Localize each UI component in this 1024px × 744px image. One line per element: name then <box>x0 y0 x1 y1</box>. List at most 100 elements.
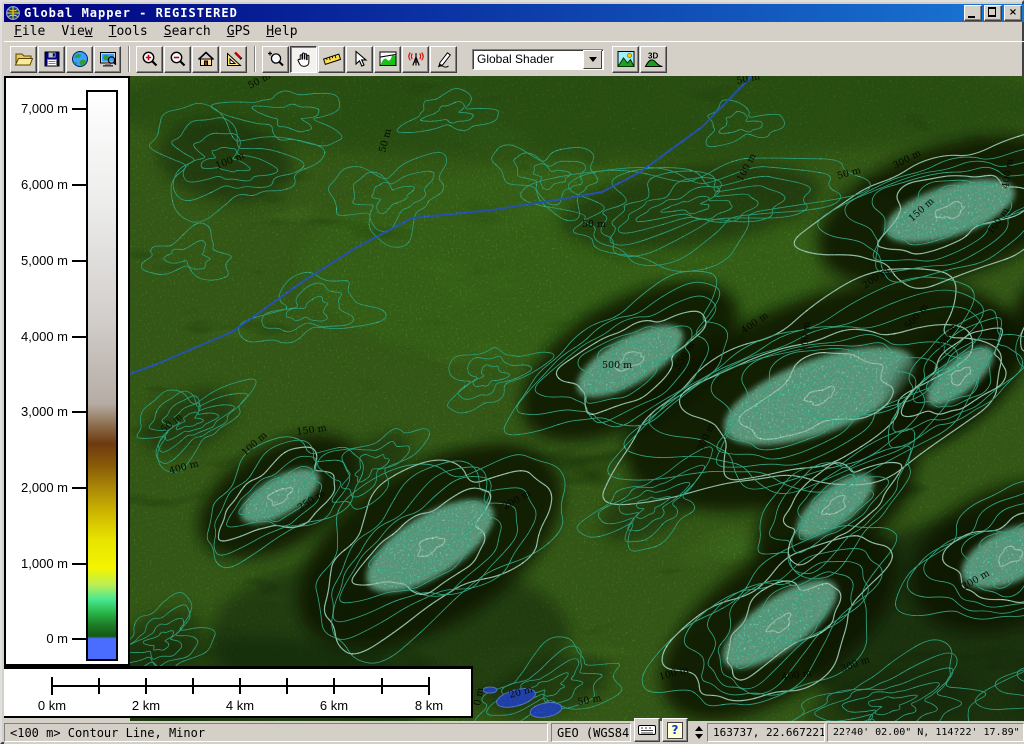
legend-tick-label: 7,000 m <box>6 101 68 116</box>
title-bar: Global Mapper - REGISTERED × <box>4 4 1024 22</box>
status-feature-panel: <100 m> Contour Line, Minor <box>4 723 548 742</box>
menu-help[interactable]: Help <box>258 22 305 41</box>
legend-tick <box>72 336 86 338</box>
world-button[interactable] <box>66 46 93 73</box>
toolbar-separator <box>128 46 130 72</box>
minimize-icon <box>968 16 975 18</box>
menu-gps[interactable]: GPS <box>219 22 258 41</box>
legend-tick-label: 5,000 m <box>6 253 68 268</box>
set-square-pencil-icon <box>224 49 244 69</box>
hand-icon <box>294 49 314 69</box>
view-shed-button[interactable] <box>402 46 429 73</box>
legend-tick-label: 0 m <box>6 631 68 646</box>
scale-tick <box>333 678 335 694</box>
legend-tick <box>72 108 86 110</box>
restore-button[interactable] <box>984 5 1002 21</box>
map-canvas[interactable]: 50 m50 m100 m50 m50 m100 m50 m300 m400 m… <box>130 76 1024 721</box>
close-icon: × <box>1009 8 1017 18</box>
scale-tick <box>145 678 147 694</box>
zoom-out-button[interactable] <box>164 46 191 73</box>
world-icon <box>70 49 90 69</box>
measure-tool-button[interactable] <box>318 46 345 73</box>
legend-tick-label: 6,000 m <box>6 177 68 192</box>
scale-bar: 0 km 2 km 4 km 6 km 8 km <box>4 666 473 718</box>
pan-tool-button[interactable] <box>290 46 317 73</box>
scale-tick <box>192 678 194 694</box>
restore-icon <box>988 8 996 16</box>
image-swatch-button[interactable] <box>612 46 639 73</box>
3d-view-button[interactable]: 3D <box>640 46 667 73</box>
select-pointer-button[interactable] <box>346 46 373 73</box>
help-button[interactable]: ? <box>662 718 688 742</box>
pointer-arrow-icon <box>350 49 370 69</box>
open-folder-icon <box>14 49 34 69</box>
shader-dropdown-button[interactable] <box>583 50 602 69</box>
ruler-icon <box>322 49 342 69</box>
zoom-tool-icon <box>266 49 286 69</box>
scale-line <box>52 685 430 687</box>
menu-search[interactable]: Search <box>156 22 219 41</box>
full-view-button[interactable] <box>192 46 219 73</box>
keyboard-button[interactable] <box>634 718 660 742</box>
status-position-panel: 22?40' 02.00" N, 114?22' 17.89" E <box>827 723 1024 742</box>
scale-tick <box>428 677 430 695</box>
save-button[interactable] <box>38 46 65 73</box>
app-window: Global Mapper - REGISTERED × File View T… <box>0 0 1024 744</box>
toolbar-separator <box>254 46 256 72</box>
scale-label: 6 km <box>304 698 364 713</box>
terrain-svg: 50 m50 m100 m50 m50 m100 m50 m300 m400 m… <box>130 76 1024 721</box>
scale-tick <box>51 677 53 695</box>
path-profile-button[interactable] <box>374 46 401 73</box>
legend-tick <box>72 411 86 413</box>
zoom-in-button[interactable] <box>136 46 163 73</box>
legend-tick <box>72 638 86 640</box>
menu-bar: File View Tools Search GPS Help <box>4 22 1024 41</box>
shader-dropdown[interactable]: Global Shader <box>472 49 604 70</box>
elevation-colorbar <box>86 90 118 661</box>
shader-dropdown-value: Global Shader <box>473 52 583 66</box>
scale-label: 4 km <box>210 698 270 713</box>
legend-tick-label: 4,000 m <box>6 329 68 344</box>
close-button[interactable]: × <box>1004 5 1022 21</box>
spinner-up-icon <box>695 726 703 731</box>
app-icon <box>6 6 20 20</box>
3d-label: 3D <box>648 52 658 61</box>
scale-label: 0 km <box>22 698 82 713</box>
scale-tick <box>239 678 241 694</box>
chevron-down-icon <box>589 57 597 62</box>
menu-tools[interactable]: Tools <box>101 22 156 41</box>
elevation-legend: 7,000 m 6,000 m 5,000 m 4,000 m 3,000 m … <box>4 76 130 666</box>
legend-tick <box>72 260 86 262</box>
open-button[interactable] <box>10 46 37 73</box>
toolbar: Global Shader 3D <box>4 41 1024 76</box>
status-bar: <100 m> Contour Line, Minor GEO (WGS84 ?… <box>4 721 1024 744</box>
legend-tick-label: 1,000 m <box>6 556 68 571</box>
3d-view-icon: 3D <box>644 49 664 69</box>
path-profile-icon <box>378 49 398 69</box>
coordinate-spinner[interactable] <box>692 724 705 741</box>
help-icon: ? <box>667 722 683 739</box>
digitizer-pen-button[interactable] <box>430 46 457 73</box>
status-coords-panel: 163737, 22.66722137 ) <box>707 723 825 742</box>
legend-tick <box>72 563 86 565</box>
scale-tick <box>98 678 100 694</box>
configure-button[interactable] <box>220 46 247 73</box>
scale-tick <box>381 678 383 694</box>
menu-view[interactable]: View <box>53 22 100 41</box>
minimize-button[interactable] <box>964 5 982 21</box>
zoom-tool-button[interactable] <box>262 46 289 73</box>
keyboard-icon <box>638 724 656 736</box>
legend-tick <box>72 487 86 489</box>
window-title: Global Mapper - REGISTERED <box>24 6 238 20</box>
antenna-tower-icon <box>406 49 426 69</box>
legend-tick-label: 2,000 m <box>6 480 68 495</box>
scale-label: 2 km <box>116 698 176 713</box>
save-icon <box>42 49 62 69</box>
menu-file[interactable]: File <box>6 22 53 41</box>
status-projection-panel: GEO (WGS84 <box>551 723 631 742</box>
legend-tick <box>72 184 86 186</box>
display-options-icon <box>98 49 118 69</box>
display-options-button[interactable] <box>94 46 121 73</box>
zoom-in-icon <box>140 49 160 69</box>
spinner-down-icon <box>695 734 703 739</box>
